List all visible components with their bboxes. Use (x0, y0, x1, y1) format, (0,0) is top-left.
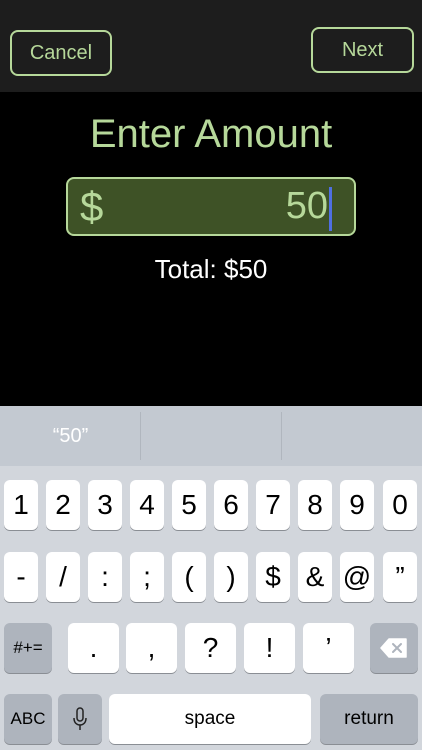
key-2[interactable]: 2 (46, 480, 80, 530)
next-button[interactable]: Next (311, 27, 414, 73)
key-dollar[interactable]: $ (256, 552, 290, 602)
suggestion-1[interactable]: “50” (0, 406, 141, 466)
key-5[interactable]: 5 (172, 480, 206, 530)
delete-button[interactable] (370, 623, 418, 673)
key-open-paren[interactable]: ( (172, 552, 206, 602)
key-hyphen[interactable]: - (4, 552, 38, 602)
key-question[interactable]: ? (185, 623, 236, 673)
navigation-bar: Cancel Next (0, 0, 422, 92)
key-period[interactable]: . (68, 623, 119, 673)
key-quote[interactable]: ” (383, 552, 417, 602)
key-colon[interactable]: : (88, 552, 122, 602)
key-0[interactable]: 0 (383, 480, 417, 530)
return-key[interactable]: return (320, 694, 418, 744)
cancel-button[interactable]: Cancel (10, 30, 112, 76)
amount-value: 50 (285, 185, 328, 227)
suggestion-2[interactable] (141, 406, 282, 466)
key-apostrophe[interactable]: ’ (303, 623, 354, 673)
key-more-symbols[interactable]: #+= (4, 623, 52, 673)
backspace-icon (380, 638, 407, 658)
key-abc[interactable]: ABC (4, 694, 52, 744)
key-7[interactable]: 7 (256, 480, 290, 530)
key-slash[interactable]: / (46, 552, 80, 602)
text-cursor (329, 187, 332, 231)
key-comma[interactable]: , (126, 623, 177, 673)
dictation-button[interactable] (58, 694, 102, 744)
total-label: Total: $50 (154, 254, 268, 284)
key-8[interactable]: 8 (298, 480, 332, 530)
key-9[interactable]: 9 (340, 480, 374, 530)
key-3[interactable]: 3 (88, 480, 122, 530)
keyboard: 1 2 3 4 5 6 7 8 9 0 - / : ; ( ) $ & @ ” … (0, 466, 422, 750)
page-title: Enter Amount (89, 112, 333, 156)
key-exclamation[interactable]: ! (244, 623, 295, 673)
key-ampersand[interactable]: & (298, 552, 332, 602)
key-1[interactable]: 1 (4, 480, 38, 530)
key-6[interactable]: 6 (214, 480, 248, 530)
key-semicolon[interactable]: ; (130, 552, 164, 602)
predictive-bar: “50” (0, 406, 422, 466)
currency-symbol: $ (80, 183, 104, 230)
space-key[interactable]: space (109, 694, 311, 744)
key-4[interactable]: 4 (130, 480, 164, 530)
key-close-paren[interactable]: ) (214, 552, 248, 602)
microphone-icon (73, 707, 87, 730)
suggestion-3[interactable] (282, 406, 422, 466)
key-at[interactable]: @ (340, 552, 374, 602)
amount-input[interactable]: $ 50 (66, 177, 356, 236)
